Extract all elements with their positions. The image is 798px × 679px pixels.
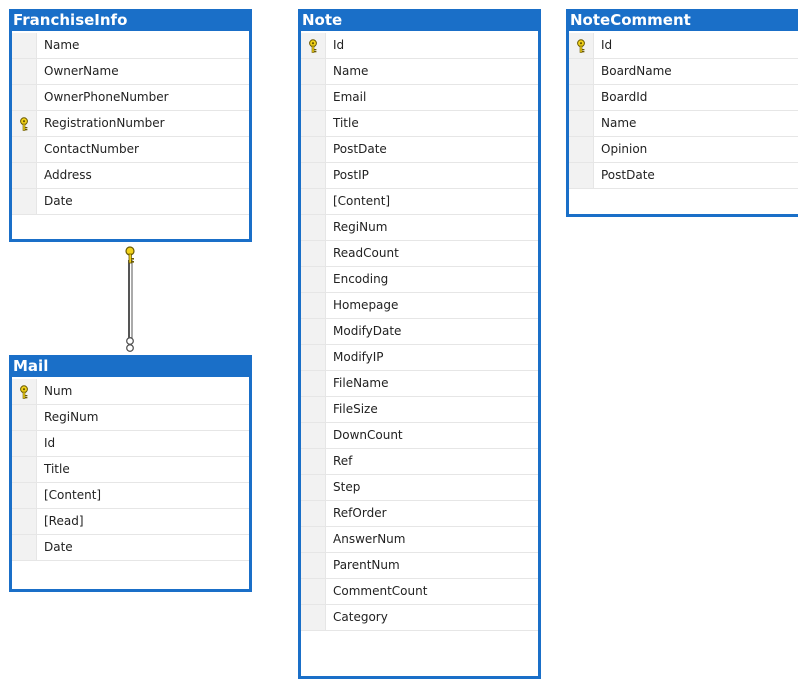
one-end-key-icon: [125, 246, 135, 264]
relationship-franchiseinfo-mail[interactable]: [125, 246, 135, 352]
relationship-connector[interactable]: [0, 0, 798, 673]
many-end-infinity-icon: [126, 337, 134, 352]
